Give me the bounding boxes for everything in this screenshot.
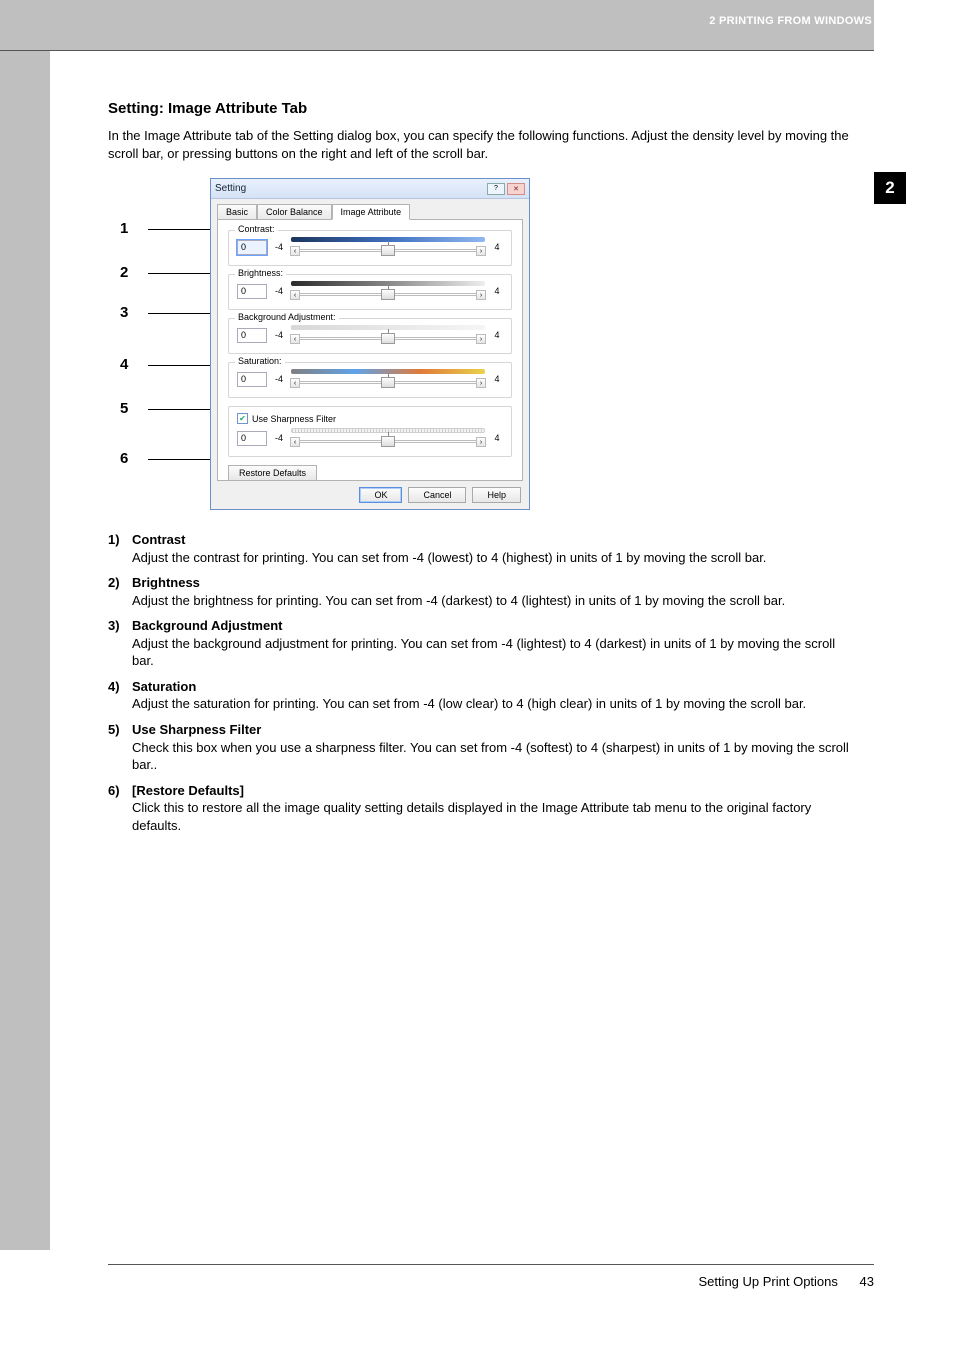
tab-color-balance[interactable]: Color Balance — [257, 204, 332, 220]
group-contrast: Contrast: 0 -4 ‹ › — [228, 230, 512, 266]
desc-item-4: 4) SaturationAdjust the saturation for p… — [108, 678, 856, 713]
contrast-slider[interactable]: ‹ › — [291, 243, 485, 257]
desc-item-2: 2) BrightnessAdjust the brightness for p… — [108, 574, 856, 609]
group-sharpness: ✔ Use Sharpness Filter 0 -4 ‹ — [228, 406, 512, 457]
dialog-button-row: OK Cancel Help — [359, 487, 521, 503]
brightness-slider[interactable]: ‹ › — [291, 287, 485, 301]
sharpness-checkbox[interactable]: ✔ — [237, 413, 248, 424]
footer: Setting Up Print Options 43 — [698, 1274, 874, 1289]
sharpness-checkbox-label: Use Sharpness Filter — [252, 414, 336, 424]
header-rule — [0, 50, 874, 51]
desc-item-6: 6) [Restore Defaults]Click this to resto… — [108, 782, 856, 835]
footer-section: Setting Up Print Options — [698, 1274, 837, 1289]
desc-text: Adjust the background adjustment for pri… — [132, 636, 835, 669]
sharpness-max: 4 — [491, 433, 503, 443]
ok-button[interactable]: OK — [359, 487, 402, 503]
help-button[interactable]: Help — [472, 487, 521, 503]
brightness-input[interactable]: 0 — [237, 284, 267, 299]
callout-6: 6 — [120, 450, 210, 467]
desc-item-5: 5) Use Sharpness FilterCheck this box wh… — [108, 721, 856, 774]
section-title: Setting: Image Attribute Tab — [108, 100, 856, 117]
tab-image-attribute[interactable]: Image Attribute — [332, 204, 411, 220]
saturation-dec-button[interactable]: ‹ — [290, 378, 300, 388]
background-min: -4 — [273, 330, 285, 340]
sharpness-input[interactable]: 0 — [237, 431, 267, 446]
callouts: 1 2 3 4 5 6 — [120, 178, 210, 513]
dialog-panel: Contrast: 0 -4 ‹ › — [217, 219, 523, 481]
desc-item-1: 1) ContrastAdjust the contrast for print… — [108, 531, 856, 566]
contrast-input[interactable]: 0 — [237, 240, 267, 255]
desc-text: Adjust the brightness for printing. You … — [132, 593, 785, 608]
brightness-thumb[interactable] — [381, 289, 395, 300]
desc-title: Saturation — [132, 679, 196, 694]
desc-title: Contrast — [132, 532, 185, 547]
content-area: Setting: Image Attribute Tab In the Imag… — [108, 100, 856, 842]
cancel-button[interactable]: Cancel — [408, 487, 466, 503]
saturation-inc-button[interactable]: › — [476, 378, 486, 388]
saturation-input[interactable]: 0 — [237, 372, 267, 387]
header-breadcrumb: 2 PRINTING FROM WINDOWS — [709, 15, 872, 27]
tab-basic[interactable]: Basic — [217, 204, 257, 220]
desc-title: Background Adjustment — [132, 618, 282, 633]
brightness-inc-button[interactable]: › — [476, 290, 486, 300]
brightness-label: Brightness: — [235, 268, 286, 278]
desc-title: Use Sharpness Filter — [132, 722, 261, 737]
footer-rule — [108, 1264, 874, 1265]
desc-item-3: 3) Background AdjustmentAdjust the backg… — [108, 617, 856, 670]
sharpness-slider[interactable]: ‹ › — [291, 434, 485, 448]
dialog-titlebar[interactable]: Setting ? ✕ — [211, 179, 529, 199]
sharpness-min: -4 — [273, 433, 285, 443]
window-close-button[interactable]: ✕ — [507, 183, 525, 195]
background-label: Background Adjustment: — [235, 312, 339, 322]
brightness-dec-button[interactable]: ‹ — [290, 290, 300, 300]
group-saturation: Saturation: 0 -4 ‹ › — [228, 362, 512, 398]
callout-2: 2 — [120, 264, 210, 281]
desc-text: Adjust the contrast for printing. You ca… — [132, 550, 766, 565]
brightness-min: -4 — [273, 286, 285, 296]
page-number: 43 — [860, 1274, 874, 1289]
callout-4: 4 — [120, 356, 210, 373]
saturation-slider[interactable]: ‹ › — [291, 375, 485, 389]
description-list: 1) ContrastAdjust the contrast for print… — [108, 531, 856, 834]
background-inc-button[interactable]: › — [476, 334, 486, 344]
contrast-min: -4 — [273, 242, 285, 252]
desc-text: Adjust the saturation for printing. You … — [132, 696, 806, 711]
callout-3: 3 — [120, 304, 210, 321]
desc-title: [Restore Defaults] — [132, 783, 244, 798]
callout-5: 5 — [120, 400, 210, 417]
background-thumb[interactable] — [381, 333, 395, 344]
page-left-band — [0, 0, 50, 1250]
window-help-button[interactable]: ? — [487, 183, 505, 195]
group-background: Background Adjustment: 0 -4 ‹ › — [228, 318, 512, 354]
background-dec-button[interactable]: ‹ — [290, 334, 300, 344]
brightness-max: 4 — [491, 286, 503, 296]
contrast-label: Contrast: — [235, 224, 278, 234]
saturation-min: -4 — [273, 374, 285, 384]
intro-paragraph: In the Image Attribute tab of the Settin… — [108, 127, 856, 162]
group-brightness: Brightness: 0 -4 ‹ › — [228, 274, 512, 310]
saturation-label: Saturation: — [235, 356, 285, 366]
saturation-thumb[interactable] — [381, 377, 395, 388]
desc-text: Click this to restore all the image qual… — [132, 800, 811, 833]
desc-title: Brightness — [132, 575, 200, 590]
contrast-thumb[interactable] — [381, 245, 395, 256]
contrast-dec-button[interactable]: ‹ — [290, 246, 300, 256]
contrast-inc-button[interactable]: › — [476, 246, 486, 256]
dialog-tabs: Basic Color Balance Image Attribute — [211, 199, 529, 219]
dialog-title: Setting — [215, 183, 246, 194]
sharpness-dec-button[interactable]: ‹ — [290, 437, 300, 447]
dialog-illustration: 1 2 3 4 5 6 Setting ? ✕ Basic Color Bala… — [120, 178, 500, 513]
sharpness-thumb[interactable] — [381, 436, 395, 447]
callout-1: 1 — [120, 220, 210, 237]
contrast-max: 4 — [491, 242, 503, 252]
restore-defaults-button[interactable]: Restore Defaults — [228, 465, 317, 481]
background-max: 4 — [491, 330, 503, 340]
background-slider[interactable]: ‹ › — [291, 331, 485, 345]
saturation-max: 4 — [491, 374, 503, 384]
setting-dialog: Setting ? ✕ Basic Color Balance Image At… — [210, 178, 530, 510]
background-input[interactable]: 0 — [237, 328, 267, 343]
chapter-tab: 2 — [874, 172, 906, 204]
sharpness-inc-button[interactable]: › — [476, 437, 486, 447]
desc-text: Check this box when you use a sharpness … — [132, 740, 849, 773]
